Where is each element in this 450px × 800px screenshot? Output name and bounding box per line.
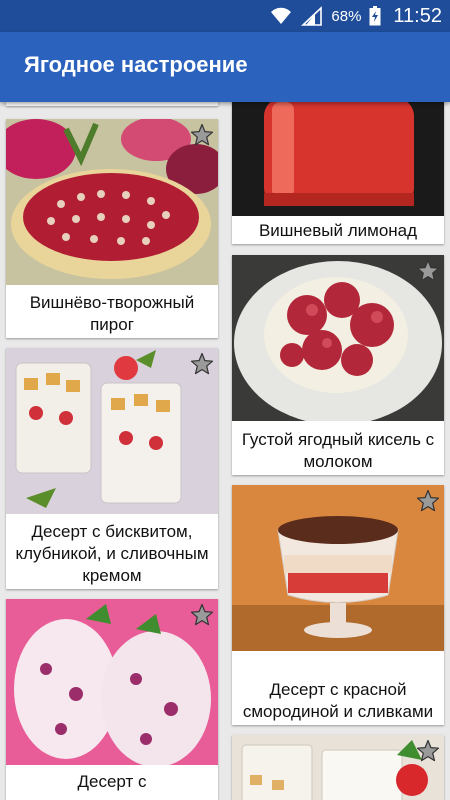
battery-percent: 68% <box>331 7 362 25</box>
recipe-image <box>232 735 444 800</box>
recipe-image <box>6 348 218 514</box>
recipe-card[interactable]: Вишневый лимонад <box>232 102 444 244</box>
recipe-title: Десерт с красной смородиной и сливками <box>242 680 434 721</box>
star-icon[interactable] <box>190 123 214 147</box>
wifi-icon <box>271 7 292 25</box>
star-icon[interactable] <box>190 352 214 376</box>
recipe-image <box>232 255 444 421</box>
clock: 11:52 <box>393 4 442 27</box>
star-icon[interactable] <box>416 489 440 513</box>
recipe-grid[interactable]: Вишнёво-творожный пирог Десерт с бисквит… <box>0 102 450 800</box>
star-icon[interactable] <box>416 739 440 763</box>
recipe-image <box>232 485 444 651</box>
app-bar: Ягодное настроение <box>0 32 450 102</box>
recipe-title: Десерт с бисквитом, клубникой, и сливочн… <box>15 522 209 585</box>
recipe-card[interactable] <box>6 102 218 106</box>
recipe-title: Десерт с <box>77 772 147 791</box>
recipe-title: Вишнёво-творожный пирог <box>29 293 195 334</box>
star-icon[interactable] <box>190 603 214 627</box>
recipe-card[interactable]: Густой ягодный кисель с молоком <box>232 255 444 475</box>
recipe-image <box>6 119 218 285</box>
recipe-title: Густой ягодный кисель с молоком <box>241 430 435 471</box>
recipe-card[interactable]: Десерт с <box>6 599 218 800</box>
signal-icon <box>301 6 323 26</box>
star-icon[interactable] <box>416 259 440 283</box>
recipe-card[interactable]: Десерт с красной смородиной и сливками <box>232 485 444 725</box>
app-title: Ягодное настроение <box>24 52 248 77</box>
recipe-image <box>232 102 444 216</box>
recipe-title: Вишневый лимонад <box>258 221 418 240</box>
recipe-card[interactable]: Десерт с бисквитом, клубникой, и сливочн… <box>6 348 218 589</box>
recipe-card[interactable] <box>232 735 444 800</box>
status-bar: 68% 11:52 <box>0 0 450 32</box>
recipe-card[interactable]: Вишнёво-творожный пирог <box>6 119 218 338</box>
battery-charging-icon <box>369 6 381 26</box>
recipe-image <box>6 599 218 765</box>
